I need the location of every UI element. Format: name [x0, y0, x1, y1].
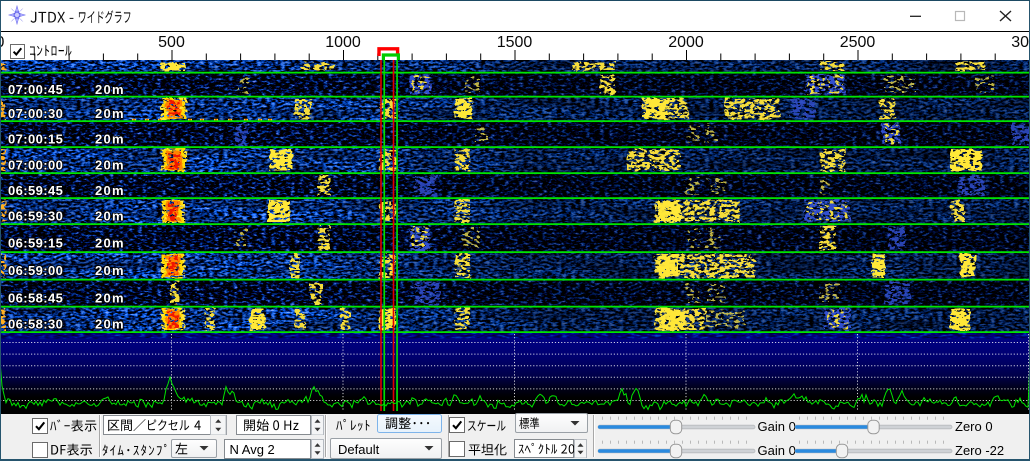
svg-text:06:59:15: 06:59:15 — [8, 235, 63, 250]
svg-text:07:00:30: 07:00:30 — [8, 106, 63, 121]
svg-text:07:00:45: 07:00:45 — [8, 82, 63, 97]
svg-text:06:59:00: 06:59:00 — [8, 263, 63, 278]
svg-text:20m: 20m — [95, 235, 125, 250]
svg-text:20m: 20m — [95, 208, 125, 223]
svg-text:20m: 20m — [95, 317, 125, 332]
svg-text:20m: 20m — [95, 157, 125, 172]
svg-text:20m: 20m — [95, 263, 125, 278]
svg-text:07:00:00: 07:00:00 — [8, 157, 63, 172]
svg-text:07:00:15: 07:00:15 — [8, 131, 63, 146]
svg-text:20m: 20m — [95, 290, 125, 305]
svg-text:06:58:45: 06:58:45 — [8, 290, 63, 305]
svg-text:20m: 20m — [95, 82, 125, 97]
svg-text:06:59:30: 06:59:30 — [8, 208, 63, 223]
svg-text:20m: 20m — [95, 131, 125, 146]
svg-text:20m: 20m — [95, 106, 125, 121]
svg-text:06:59:45: 06:59:45 — [8, 183, 63, 198]
svg-text:20m: 20m — [95, 183, 125, 198]
svg-text:06:58:30: 06:58:30 — [8, 317, 63, 332]
